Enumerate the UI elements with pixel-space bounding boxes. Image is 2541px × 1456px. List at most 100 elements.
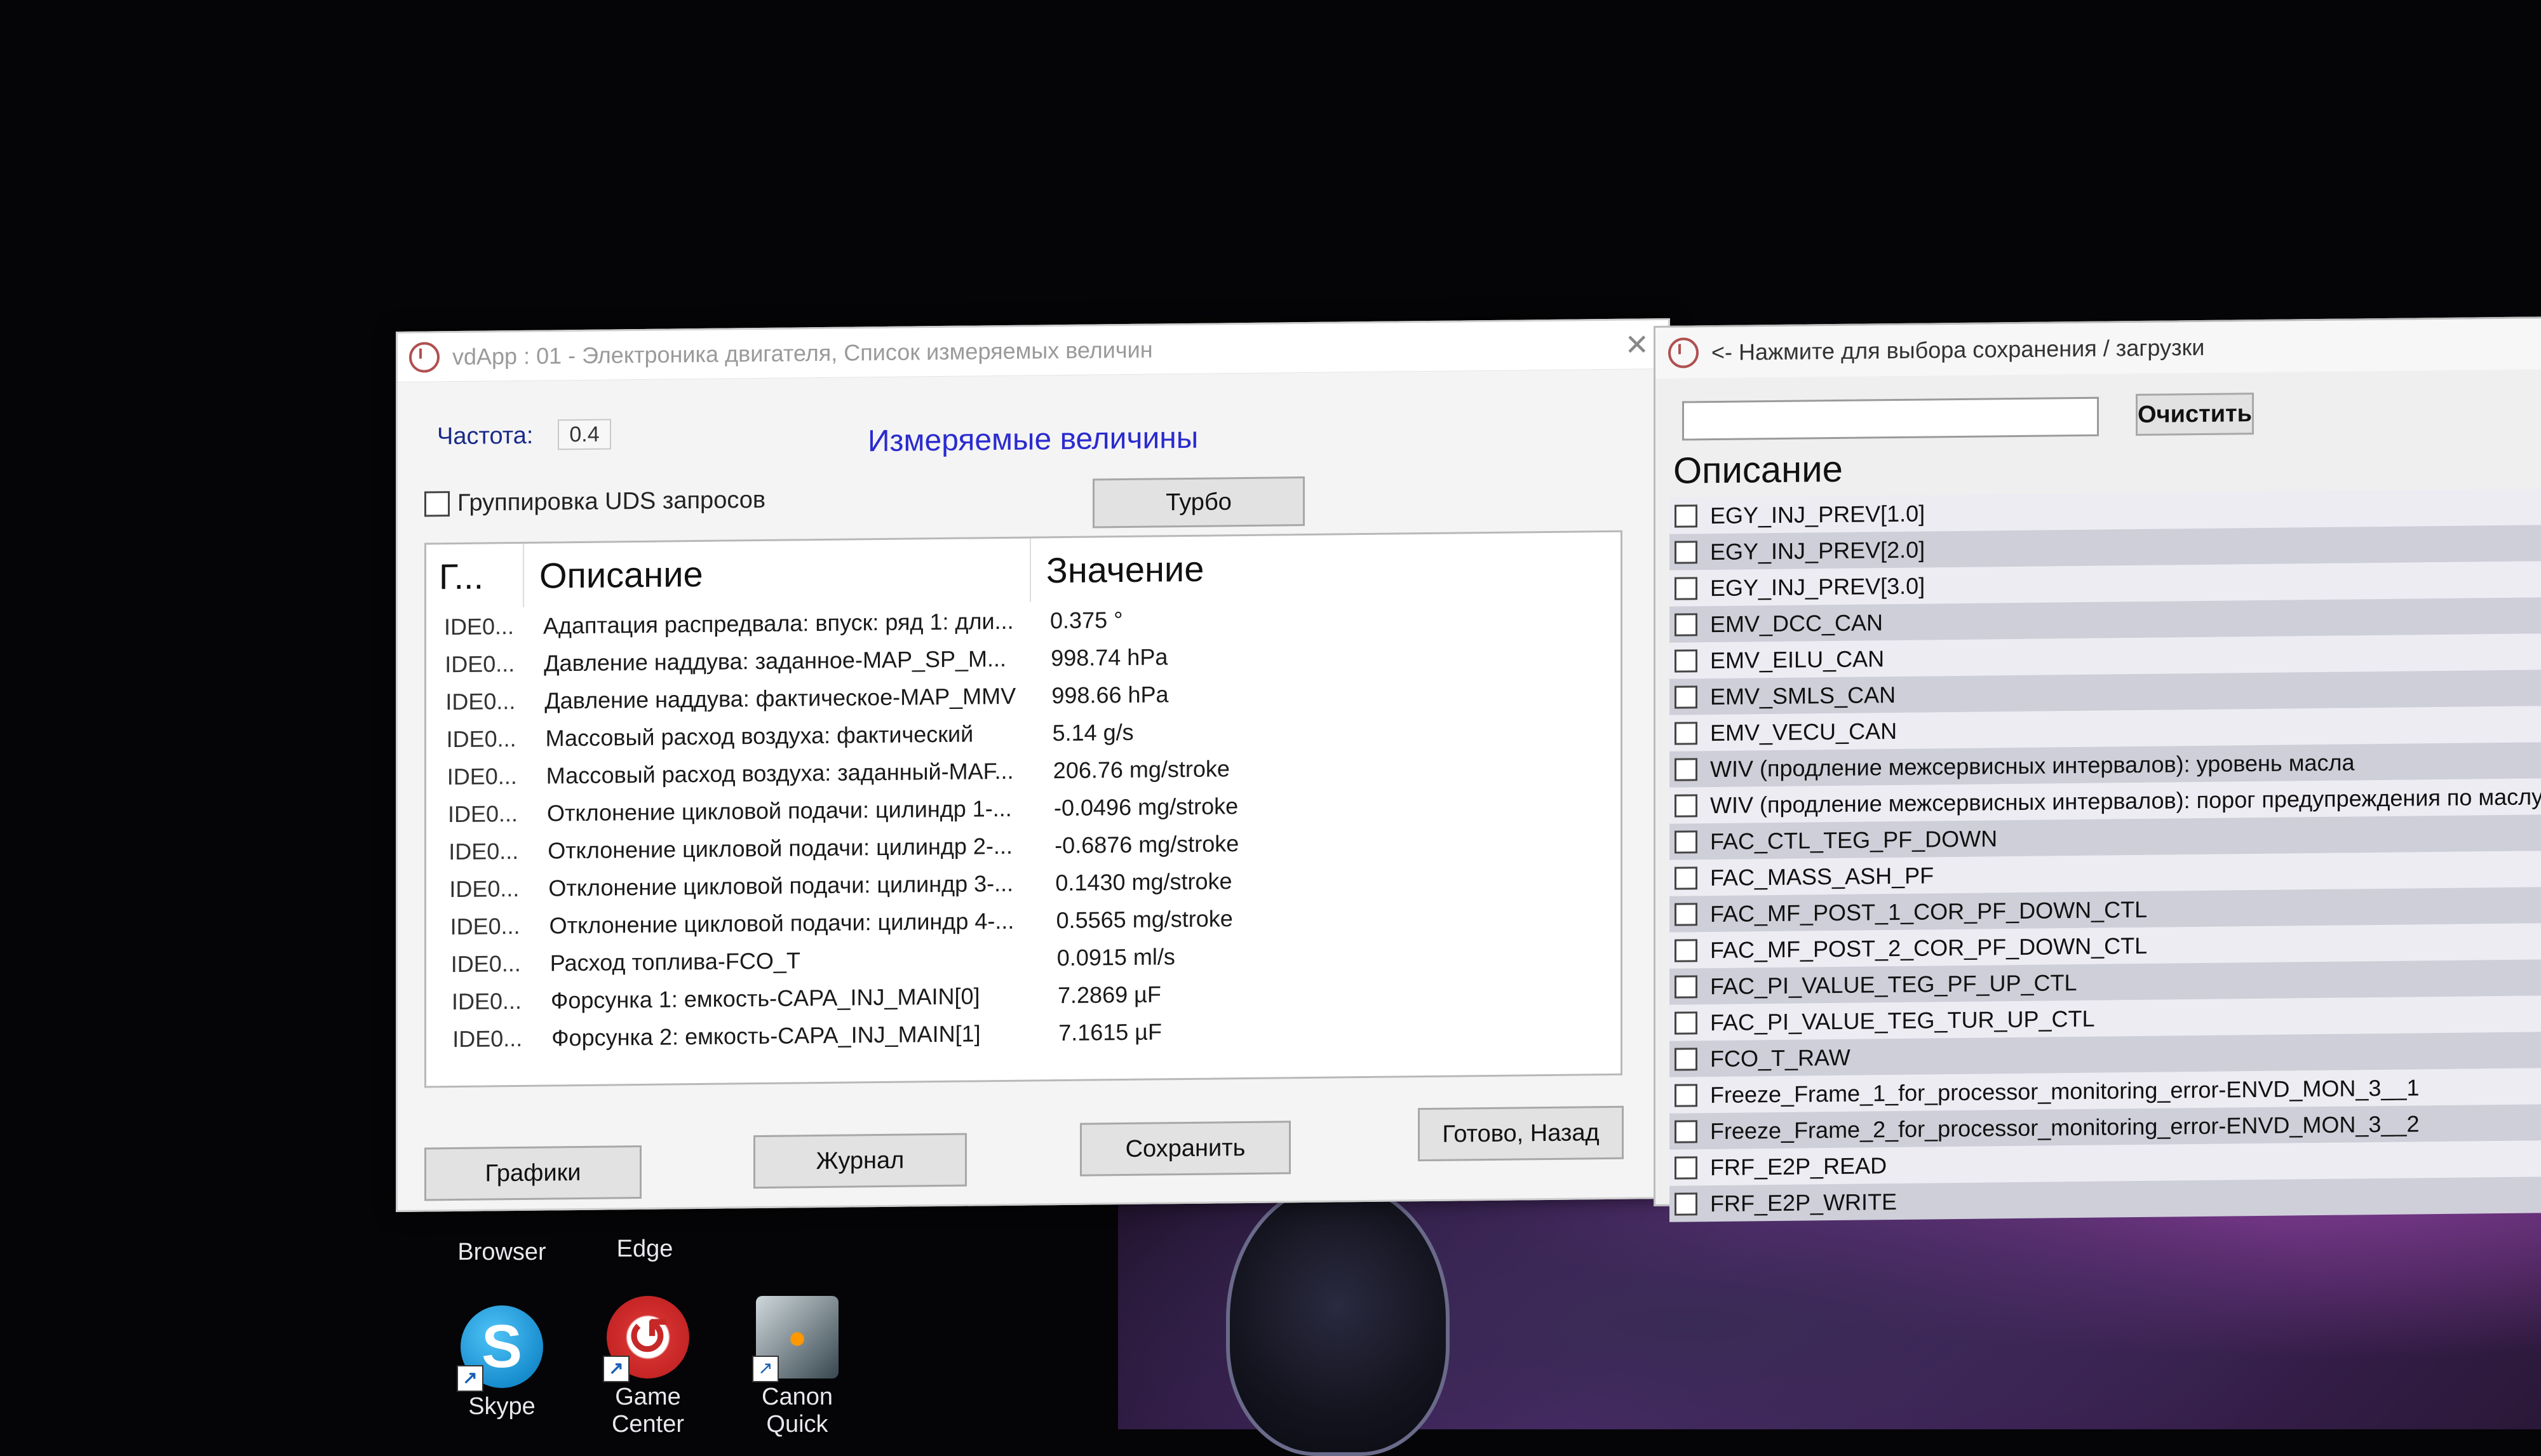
parameter-list: EGY_INJ_PREV[1.0] EGY_INJ_PREV[2.0] EGY_IN… bbox=[1669, 489, 2541, 1222]
parameter-checkbox[interactable] bbox=[1675, 649, 1697, 673]
window-title: vdApp : 01 - Электроника двигателя, Спис… bbox=[452, 336, 1153, 370]
parameter-checkbox[interactable] bbox=[1675, 830, 1697, 854]
column-header-description[interactable]: Описание bbox=[524, 538, 1031, 607]
cell-value: 0.5565 mg/stroke bbox=[1056, 905, 1233, 933]
save-load-hint: <- Нажмите для выбора сохранения / загру… bbox=[1711, 334, 2205, 366]
cell-description: Давление наддува: фактическое-MAP_MMV bbox=[544, 682, 1016, 714]
desktop-label-browser[interactable]: Browser bbox=[445, 1239, 559, 1266]
guitar-image bbox=[1226, 1182, 1450, 1456]
cell-group: IDE0... bbox=[450, 950, 521, 977]
parameter-checkbox[interactable] bbox=[1675, 793, 1697, 818]
parameter-label: EMV_SMLS_CAN bbox=[1710, 681, 1896, 710]
skype-icon: S ↗ bbox=[457, 1305, 543, 1392]
canon-quick-icon: ● ↗ bbox=[752, 1296, 839, 1382]
cell-group: IDE0... bbox=[448, 800, 518, 827]
cell-description: Отклонение цикловой подачи: цилиндр 1-..… bbox=[547, 795, 1012, 826]
turbo-button[interactable]: Турбо bbox=[1093, 476, 1305, 529]
parameter-label: EGY_INJ_PREV[3.0] bbox=[1710, 572, 1925, 601]
cell-group: IDE0... bbox=[445, 650, 515, 677]
cell-value: 5.14 g/s bbox=[1052, 718, 1134, 746]
cell-description: Массовый расход воздуха: фактический bbox=[545, 720, 974, 752]
column-header-value[interactable]: Значение bbox=[1031, 548, 1204, 591]
done-back-button[interactable]: Готово, Назад bbox=[1418, 1105, 1624, 1162]
parameter-checkbox[interactable] bbox=[1675, 1083, 1697, 1107]
description-header: Описание bbox=[1673, 448, 1843, 492]
parameter-label: WIV (продление межсервисных интервалов):… bbox=[1710, 783, 2541, 818]
cell-value: 206.76 mg/stroke bbox=[1053, 755, 1230, 783]
close-icon[interactable]: ✕ bbox=[1624, 327, 1649, 361]
cell-value: 0.1430 mg/stroke bbox=[1055, 867, 1232, 896]
cell-group: IDE0... bbox=[448, 837, 519, 865]
cell-description: Отклонение цикловой подачи: цилиндр 2-..… bbox=[548, 832, 1013, 863]
cell-group: IDE0... bbox=[452, 987, 522, 1014]
cell-group: IDE0... bbox=[452, 1025, 523, 1052]
save-button[interactable]: Сохранить bbox=[1080, 1121, 1291, 1176]
window-titlebar: vdApp : 01 - Электроника двигателя, Спис… bbox=[398, 320, 1668, 382]
journal-button[interactable]: Журнал bbox=[753, 1133, 967, 1189]
cell-description: Адаптация распредвала: впуск: ряд 1: дли… bbox=[543, 607, 1014, 639]
shortcut-arrow-icon: ↗ bbox=[603, 1356, 630, 1382]
parameter-label: FAC_PI_VALUE_TEG_PF_UP_CTL bbox=[1710, 969, 2077, 999]
parameter-checkbox[interactable] bbox=[1675, 757, 1697, 781]
parameter-checkbox[interactable] bbox=[1675, 1011, 1697, 1035]
frequency-field[interactable]: 0.4 bbox=[558, 419, 611, 450]
graphs-button[interactable]: Графики bbox=[424, 1145, 642, 1201]
parameter-label: EMV_DCC_CAN bbox=[1710, 609, 1884, 637]
filter-input[interactable] bbox=[1682, 396, 2099, 441]
cell-value: 0.0915 ml/s bbox=[1056, 943, 1175, 971]
clear-button[interactable]: Очистить bbox=[2136, 393, 2254, 436]
cell-value: 998.74 hPa bbox=[1051, 643, 1168, 671]
parameter-checkbox[interactable] bbox=[1675, 721, 1697, 745]
parameter-checkbox[interactable] bbox=[1675, 974, 1697, 999]
cell-group: IDE0... bbox=[450, 912, 520, 940]
parameter-checkbox[interactable] bbox=[1675, 612, 1697, 637]
parameter-checkbox[interactable] bbox=[1675, 685, 1697, 709]
frequency-label: Частота: bbox=[437, 422, 534, 450]
uds-grouping-checkbox[interactable]: Группировка UDS запросов bbox=[424, 486, 765, 518]
save-load-titlebar[interactable]: <- Нажмите для выбора сохранения / загру… bbox=[1655, 318, 2541, 379]
section-title: Измеряемые величины bbox=[868, 421, 1199, 459]
cell-group: IDE0... bbox=[446, 725, 516, 752]
cell-description: Расход топлива-FCO_T bbox=[549, 947, 800, 976]
cell-description: Форсунка 2: емкость-CAPA_INJ_MAIN[1] bbox=[551, 1020, 981, 1051]
parameter-label: FRF_E2P_WRITE bbox=[1710, 1188, 1897, 1217]
parameter-checkbox[interactable] bbox=[1675, 866, 1697, 890]
table-header: Г... Описание Значение bbox=[426, 532, 1621, 609]
cell-description: Форсунка 1: емкость-CAPA_INJ_MAIN[0] bbox=[551, 982, 980, 1013]
parameter-label: EMV_EILU_CAN bbox=[1710, 645, 1885, 673]
desktop-icon-canon-quick[interactable]: ● ↗ Canon Quick bbox=[731, 1296, 864, 1438]
cell-group: IDE0... bbox=[447, 762, 517, 790]
column-header-group[interactable]: Г... bbox=[426, 543, 524, 609]
cell-group: IDE0... bbox=[445, 687, 516, 715]
parameter-checkbox[interactable] bbox=[1675, 902, 1697, 926]
desktop-icon-skype[interactable]: S ↗ Skype bbox=[445, 1305, 559, 1420]
cell-value: 7.1615 µF bbox=[1058, 1018, 1163, 1046]
parameter-label: FCO_T_RAW bbox=[1710, 1044, 1850, 1072]
parameter-label: EGY_INJ_PREV[1.0] bbox=[1710, 500, 1925, 529]
parameter-label: FAC_MF_POST_1_COR_PF_DOWN_CTL bbox=[1710, 896, 2148, 927]
parameter-label: FAC_MF_POST_2_COR_PF_DOWN_CTL bbox=[1710, 932, 2148, 963]
parameter-label: WIV (продление межсервисных интервалов):… bbox=[1710, 748, 2355, 782]
desktop-icon-game-center[interactable]: ↺ ↗ Game Center bbox=[581, 1296, 715, 1438]
desktop-label-edge[interactable]: Edge bbox=[597, 1236, 692, 1263]
game-center-icon: ↺ ↗ bbox=[603, 1296, 689, 1382]
parameter-checkbox[interactable] bbox=[1675, 504, 1697, 528]
parameter-checkbox[interactable] bbox=[1675, 1192, 1697, 1216]
parameter-checkbox[interactable] bbox=[1675, 1156, 1697, 1180]
cell-value: -0.6876 mg/stroke bbox=[1055, 830, 1239, 858]
cell-description: Давление наддува: заданное-MAP_SP_M... bbox=[544, 645, 1007, 677]
parameter-checkbox[interactable] bbox=[1675, 1119, 1697, 1143]
cell-group: IDE0... bbox=[449, 875, 520, 902]
parameter-checkbox[interactable] bbox=[1675, 576, 1697, 600]
parameter-label: EGY_INJ_PREV[2.0] bbox=[1710, 536, 1925, 565]
cell-value: 0.375 ° bbox=[1050, 606, 1123, 633]
parameter-checkbox[interactable] bbox=[1675, 938, 1697, 962]
cell-description: Отклонение цикловой подачи: цилиндр 3-..… bbox=[548, 870, 1014, 901]
parameter-checkbox[interactable] bbox=[1675, 540, 1697, 564]
checkbox[interactable] bbox=[424, 491, 450, 517]
app-logo-icon bbox=[409, 342, 440, 373]
cell-description: Массовый расход воздуха: заданный-MAF... bbox=[546, 757, 1014, 789]
uds-grouping-label: Группировка UDS запросов bbox=[457, 487, 766, 517]
table-body: IDE0... Адаптация распредвала: впуск: ряд… bbox=[426, 596, 1621, 1058]
parameter-checkbox[interactable] bbox=[1675, 1047, 1697, 1071]
